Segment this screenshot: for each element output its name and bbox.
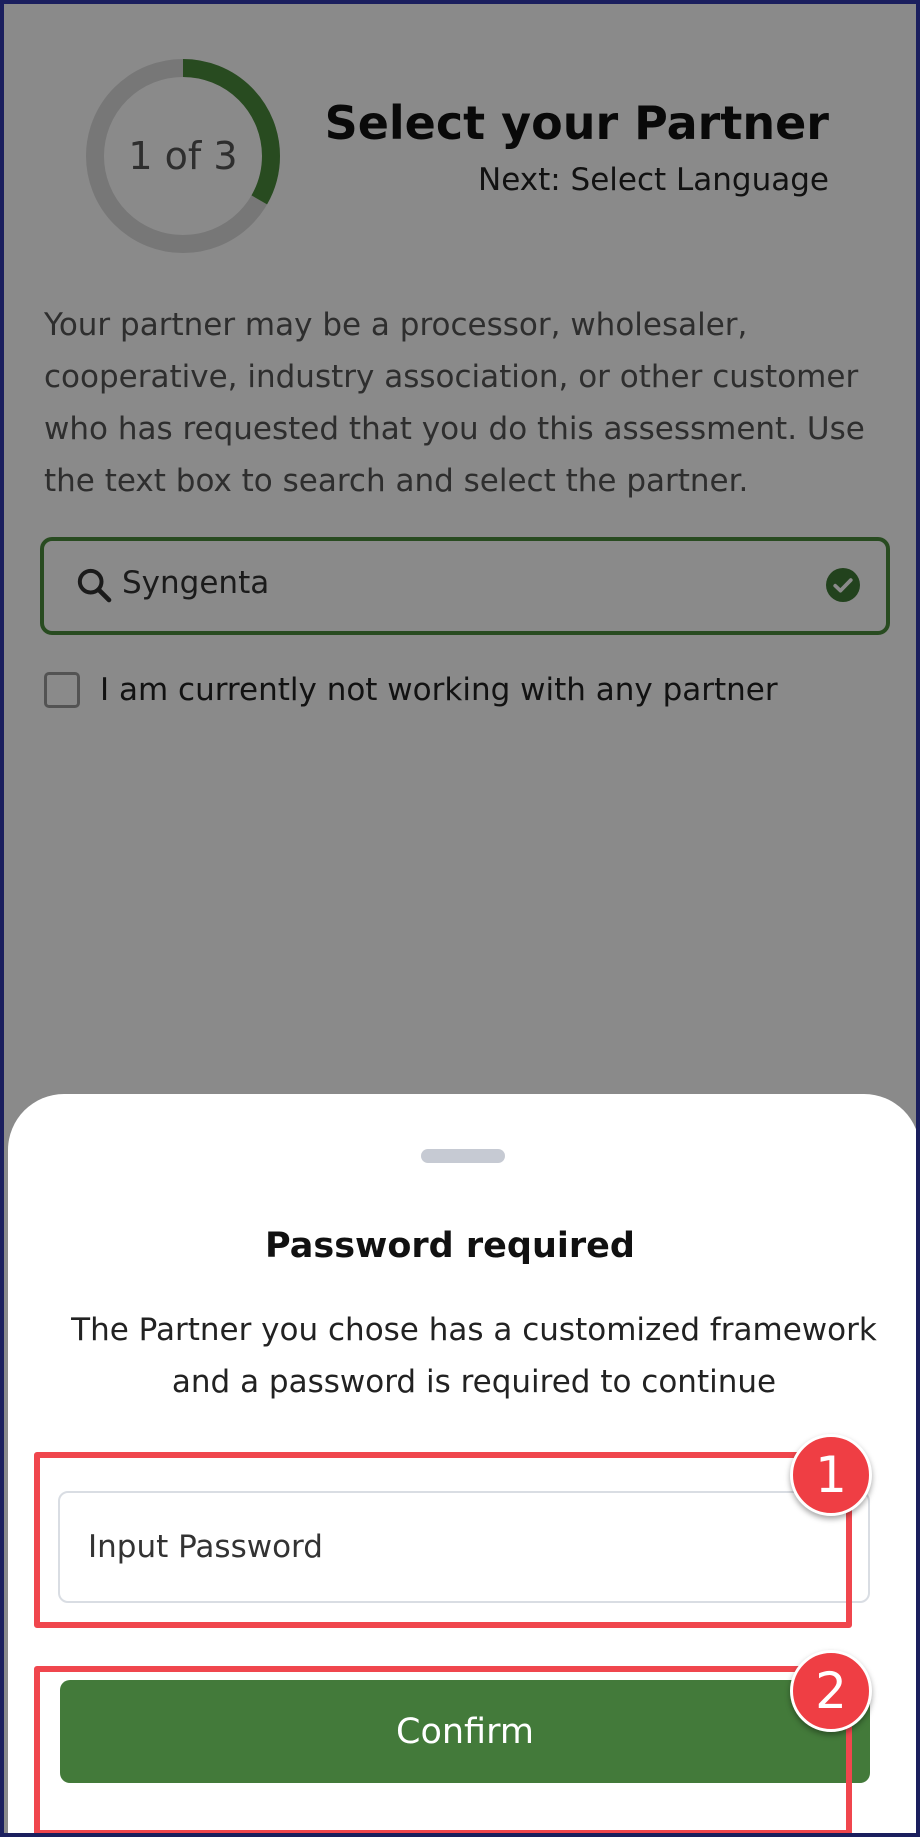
callout-badge-2: 2 [790,1650,872,1732]
callout-highlight-confirm [34,1666,852,1833]
dialog-message: The Partner you chose has a customized f… [71,1312,877,1400]
callout-badge-1: 1 [790,1434,872,1516]
sheet-drag-handle[interactable] [421,1149,505,1163]
screenshot-frame: 1 of 3 Select your Partner Next: Select … [0,0,920,1837]
callout-highlight-password [34,1452,852,1628]
dialog-title: Password required [265,1226,635,1266]
